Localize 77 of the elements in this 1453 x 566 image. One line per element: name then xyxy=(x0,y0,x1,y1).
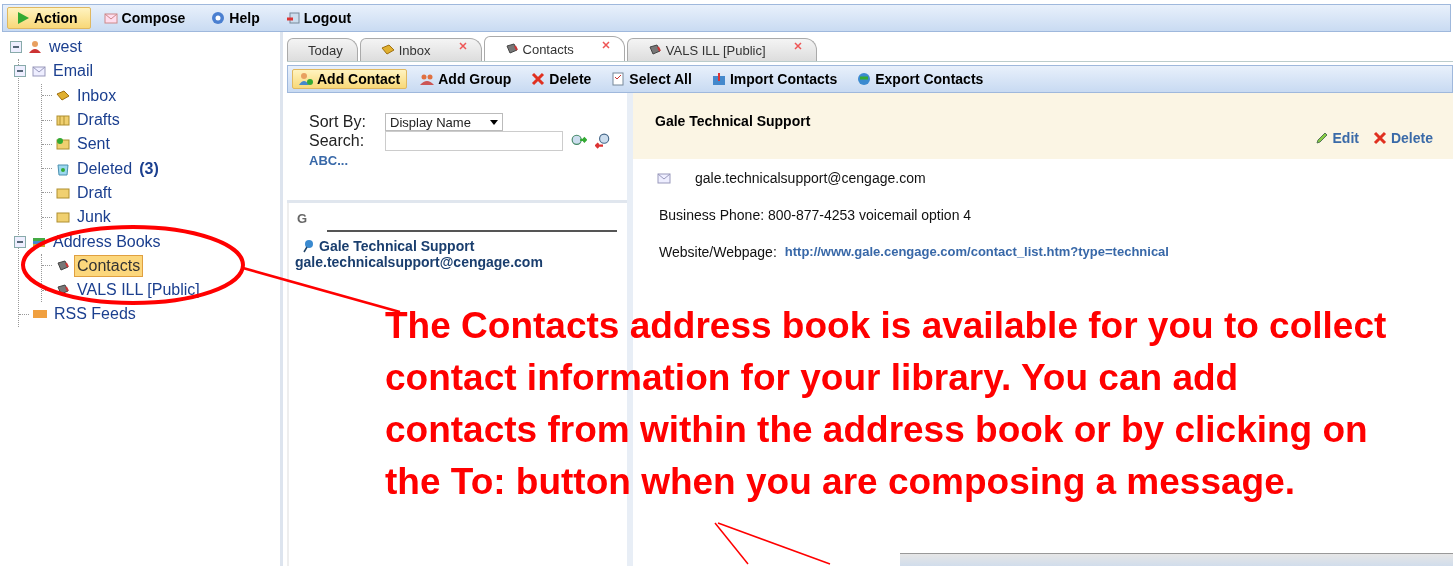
box-icon xyxy=(711,72,726,86)
menu-button[interactable]: Action xyxy=(7,7,91,29)
envelope-icon xyxy=(32,64,46,79)
sort-dropdown[interactable]: Display Name xyxy=(385,113,503,131)
close-icon[interactable] xyxy=(601,41,610,49)
callout-text: The Contacts address book is available for you to collect contact information for your library. You can add contacts from within the address book or by clicking on the To: button when you are composing a message. xyxy=(385,304,1388,504)
collapse-toggle[interactable] xyxy=(10,41,22,54)
tree-item[interactable]: Sent xyxy=(74,133,113,156)
menu-button[interactable]: Compose xyxy=(94,7,199,29)
close-icon[interactable] xyxy=(458,42,467,50)
menu-button[interactable]: Logout xyxy=(276,7,365,29)
folder-icon xyxy=(56,113,70,128)
envelope-icon xyxy=(657,170,671,185)
contact-name[interactable]: Gale Technical Support xyxy=(319,238,475,254)
collapse-toggle[interactable] xyxy=(14,235,26,248)
contact-email[interactable]: gale.technicalsupport@cengage.com xyxy=(295,254,627,270)
tab[interactable]: Today xyxy=(287,38,358,61)
toolbar-button[interactable]: Export Contacts xyxy=(850,69,991,89)
search-label: Search: xyxy=(309,132,366,150)
tab[interactable]: Inbox xyxy=(359,38,482,61)
tree-item[interactable]: Email xyxy=(50,60,96,83)
search-field[interactable] xyxy=(385,131,563,151)
toolbar-button[interactable]: Add Contact xyxy=(292,69,408,89)
website-label: Website/Webpage: xyxy=(659,243,777,260)
contact-title: Gale Technical Support xyxy=(655,113,811,131)
checklist-icon xyxy=(611,72,626,86)
tree-item[interactable]: Address Books xyxy=(50,230,164,253)
globe-icon xyxy=(857,72,872,86)
tree-item[interactable]: Inbox xyxy=(74,84,120,107)
delete-icon xyxy=(531,72,546,86)
toolbar-button[interactable]: Add Group xyxy=(413,69,519,89)
play-icon xyxy=(16,11,30,25)
folder-icon xyxy=(56,210,70,225)
folder-icon xyxy=(56,137,70,152)
toolbar-button[interactable]: Import Contacts xyxy=(704,69,845,89)
website-link[interactable]: http://www.gale.cengage.com/contact_list.htm?type=technical xyxy=(784,244,1169,259)
trash-icon xyxy=(56,161,70,176)
contact-action-link[interactable]: Edit xyxy=(1314,130,1359,146)
toolbar-button[interactable]: Delete xyxy=(524,69,599,89)
tree-item[interactable]: west xyxy=(46,36,85,59)
phone-text: Business Phone: 800-877-4253 voicemail option 4 xyxy=(658,205,973,225)
user-icon xyxy=(28,40,42,55)
menu-button[interactable]: Help xyxy=(202,7,273,29)
alphabet-link[interactable]: ABC... xyxy=(309,153,348,168)
tree-item[interactable]: VALS ILL [Public] xyxy=(74,279,203,302)
caret-icon xyxy=(490,119,498,125)
folder-icon xyxy=(56,185,70,200)
pin-icon xyxy=(301,239,315,253)
logout-icon xyxy=(285,11,300,25)
tree-item[interactable]: Junk xyxy=(74,206,114,229)
tray-icon xyxy=(56,88,70,103)
toolbar-button[interactable]: Select All xyxy=(604,69,699,89)
sort-label: Sort By: xyxy=(309,113,367,131)
pencil-icon xyxy=(1314,131,1329,145)
contact-action-link[interactable]: Delete xyxy=(1372,130,1433,146)
users-icon xyxy=(420,72,435,86)
tab[interactable]: VALS ILL [Public] xyxy=(626,38,817,61)
tray-icon xyxy=(380,43,395,57)
tree-item[interactable]: Deleted xyxy=(74,157,136,180)
unread-count: (3) xyxy=(139,159,159,178)
group-letter: G xyxy=(297,211,309,226)
add-user-icon xyxy=(299,72,313,86)
book-icon xyxy=(504,42,519,56)
tab[interactable]: Contacts xyxy=(483,36,625,61)
tree-item[interactable]: Drafts xyxy=(74,109,123,132)
delete-icon xyxy=(1372,131,1387,145)
envelope-icon xyxy=(103,11,118,25)
collapse-toggle[interactable] xyxy=(14,65,26,78)
tree-item[interactable]: Contacts xyxy=(74,254,144,277)
tree-item[interactable]: RSS Feeds xyxy=(51,303,139,326)
book-icon xyxy=(647,43,662,57)
book-icon xyxy=(56,258,70,273)
tree-item[interactable]: Draft xyxy=(74,181,115,204)
help-icon xyxy=(211,11,226,25)
search-clear-icon[interactable] xyxy=(595,133,611,149)
close-icon[interactable] xyxy=(793,42,802,50)
contact-email-value: gale.technicalsupport@cengage.com xyxy=(695,169,926,186)
